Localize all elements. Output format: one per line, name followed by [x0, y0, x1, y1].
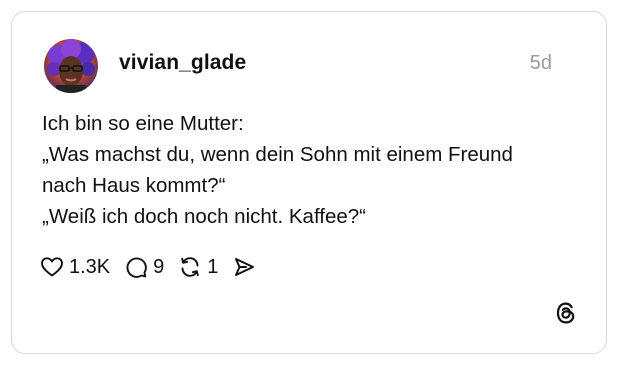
- like-count: 1.3K: [69, 255, 111, 278]
- reply-count: 9: [153, 255, 165, 278]
- reply-button[interactable]: 9: [124, 255, 164, 279]
- like-button[interactable]: 1.3K: [40, 255, 110, 279]
- repost-button[interactable]: 1: [178, 255, 218, 279]
- post-text-line: „Was machst du, wenn dein Sohn mit einem…: [42, 143, 513, 166]
- comment-bubble-icon: [126, 257, 147, 278]
- post-text-line: „Weiß ich doch noch nicht. Kaffee?“: [42, 205, 366, 228]
- post-text-line: nach Haus kommt?“: [42, 174, 226, 197]
- post-card: vivian_glade 5d Ich bin so eine Mutter: …: [11, 11, 607, 354]
- avatar[interactable]: [44, 39, 98, 93]
- threads-logo-icon[interactable]: [554, 301, 578, 325]
- threads-logo-glyph: [556, 302, 575, 324]
- post-text-line: Ich bin so eine Mutter:: [42, 112, 244, 135]
- send-icon: [235, 258, 255, 276]
- repost-count: 1: [207, 255, 219, 278]
- avatar-image: [44, 39, 98, 93]
- repost-arrows-icon: [181, 257, 200, 277]
- heart-icon: [41, 257, 63, 277]
- action-bar: 1.3K 9 1: [40, 254, 270, 280]
- share-button[interactable]: [232, 255, 256, 279]
- username[interactable]: vivian_glade: [119, 51, 246, 75]
- post-text: Ich bin so eine Mutter: „Was machst du, …: [42, 108, 582, 232]
- post-timestamp[interactable]: 5d: [530, 52, 552, 75]
